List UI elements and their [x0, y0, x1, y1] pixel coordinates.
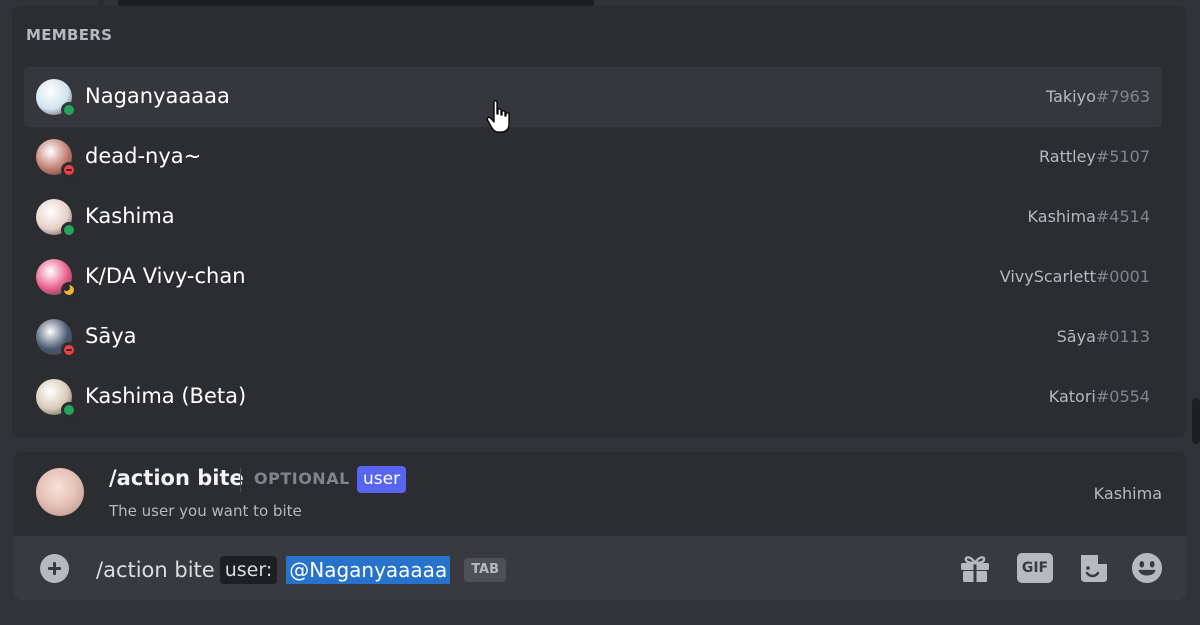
- member-username: VivyScarlett: [999, 267, 1096, 286]
- member-discriminator: #7963: [1095, 87, 1150, 106]
- status-indicator: [61, 402, 77, 418]
- option-description: The user you want to bite: [109, 502, 302, 520]
- option-optional-label: OPTIONAL: [254, 469, 350, 488]
- member-username: Rattley: [1039, 147, 1096, 166]
- gif-icon[interactable]: GIF: [1017, 553, 1053, 583]
- member-discriminator: #4514: [1095, 207, 1150, 226]
- gift-icon[interactable]: [958, 552, 992, 584]
- member-list: Naganyaaaaa Takiyo#7963 dead-nya~ Rattle…: [24, 67, 1162, 427]
- member-username: Katori: [1048, 387, 1096, 406]
- tab-hint-badge: TAB: [464, 558, 507, 582]
- member-username: Kashima: [1027, 207, 1096, 226]
- member-row[interactable]: Kashima (Beta) Katori#0554: [24, 367, 1162, 427]
- member-row[interactable]: Naganyaaaaa Takiyo#7963: [24, 67, 1162, 127]
- member-name: Kashima: [85, 204, 175, 228]
- member-name: Sāya: [85, 324, 137, 348]
- member-tag: Katori#0554: [1049, 387, 1150, 406]
- option-divider: [240, 468, 241, 492]
- member-name: K/DA Vivy-chan: [85, 264, 246, 288]
- option-param-badge: user: [357, 466, 407, 493]
- member-discriminator: #0113: [1095, 327, 1150, 346]
- sticker-icon[interactable]: [1076, 552, 1110, 584]
- member-tag: Takiyo#7963: [1046, 87, 1150, 106]
- bot-avatar: [36, 468, 84, 516]
- command-option-panel: /action bite OPTIONAL user The user you …: [14, 452, 1186, 536]
- status-indicator: [61, 282, 77, 298]
- input-mention-selected[interactable]: @Naganyaaaaa: [286, 556, 451, 584]
- member-row[interactable]: dead-nya~ Rattley#5107: [24, 127, 1162, 187]
- scrollbar-thumb[interactable]: [1192, 398, 1200, 444]
- member-discriminator: #0554: [1095, 387, 1150, 406]
- option-command-name: /action bite: [109, 466, 244, 490]
- member-tag: VivyScarlett#0001: [1000, 267, 1150, 286]
- member-name: Naganyaaaaa: [85, 84, 230, 108]
- input-command-text: /action bite: [96, 558, 215, 582]
- member-name: Kashima (Beta): [85, 384, 247, 408]
- member-discriminator: #5107: [1095, 147, 1150, 166]
- message-input[interactable]: /action bite user: @Naganyaaaaa TAB: [96, 555, 507, 585]
- status-indicator: [61, 102, 77, 118]
- input-param-chip[interactable]: user:: [219, 556, 278, 584]
- member-tag: Rattley#5107: [1039, 147, 1150, 166]
- member-tag: Kashima#4514: [1028, 207, 1150, 226]
- autocomplete-popup: MEMBERS Naganyaaaaa Takiyo#7963 dead-nya…: [12, 6, 1186, 438]
- status-indicator: [61, 342, 77, 358]
- member-name: dead-nya~: [85, 144, 202, 168]
- status-indicator: [61, 162, 77, 178]
- emoji-icon[interactable]: [1130, 552, 1164, 584]
- plus-circle-icon[interactable]: [40, 554, 69, 583]
- status-indicator: [61, 222, 77, 238]
- member-discriminator: #0001: [1095, 267, 1150, 286]
- member-tag: Sāya#0113: [1057, 327, 1150, 346]
- option-bot-name: Kashima: [1093, 484, 1162, 503]
- member-username: Sāya: [1056, 327, 1096, 346]
- message-input-bar[interactable]: /action bite user: @Naganyaaaaa TAB GIF: [14, 536, 1186, 600]
- member-username: Takiyo: [1045, 87, 1096, 106]
- member-row[interactable]: Kashima Kashima#4514: [24, 187, 1162, 247]
- member-row[interactable]: K/DA Vivy-chan VivyScarlett#0001: [24, 247, 1162, 307]
- members-header: MEMBERS: [26, 26, 113, 44]
- hand-pointer-icon: [486, 100, 510, 133]
- member-row[interactable]: Sāya Sāya#0113: [24, 307, 1162, 367]
